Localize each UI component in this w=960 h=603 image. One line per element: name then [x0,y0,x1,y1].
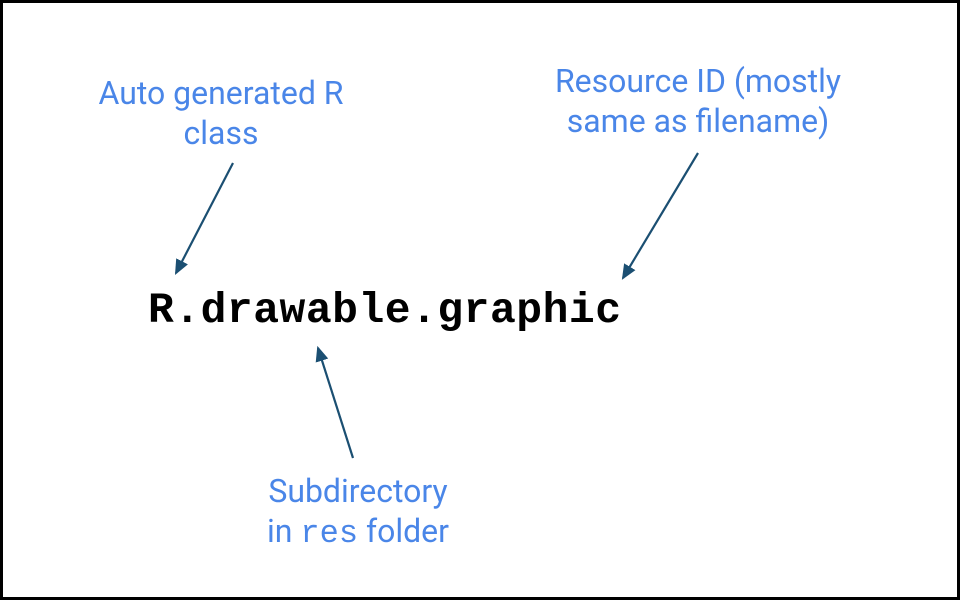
annotation-resource-id: Resource ID (mostly same as filename) [513,61,883,141]
annotation-subdirectory-line2-mono: res [300,515,358,552]
code-r-class: R [148,286,174,335]
arrow-resource-id [623,153,698,278]
arrow-r-class [176,163,233,273]
arrow-subdirectory [318,348,353,458]
code-dot1: . [174,286,200,335]
code-expression: R.drawable.graphic [148,286,622,335]
code-subdirectory: drawable [201,286,411,335]
annotation-subdirectory-line1: Subdirectory [268,472,447,510]
annotation-resource-id-line2: same as filename) [567,102,829,140]
code-dot2: . [411,286,437,335]
annotation-r-class: Auto generated R class [71,73,371,153]
annotation-r-class-line2: class [184,114,259,152]
annotation-r-class-line1: Auto generated R [98,74,343,112]
annotation-resource-id-line1: Resource ID (mostly [555,62,841,100]
annotation-subdirectory: Subdirectory in res folder [213,471,503,554]
annotation-subdirectory-line2-prefix: in [267,512,300,550]
diagram-canvas: Auto generated R class Resource ID (most… [0,0,960,600]
annotation-subdirectory-line2-suffix: folder [358,512,449,550]
code-resource-id: graphic [437,286,621,335]
